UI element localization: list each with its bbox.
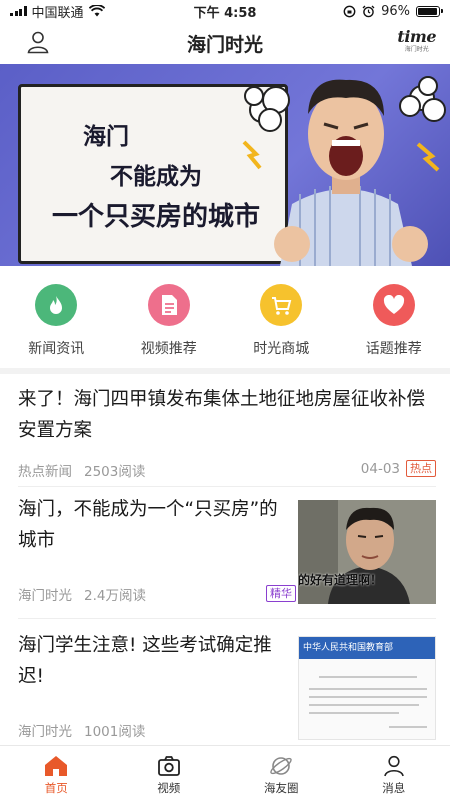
orientation-lock-icon [343,5,356,17]
cart-icon [260,284,303,326]
wifi-icon [88,5,105,17]
logo-text: time [397,27,436,46]
article-date: 04-03 [360,460,400,477]
article-meta: 海门时光 1001阅读 [18,720,145,740]
status-bar: 中国联通 下午 4:58 96% [0,0,450,22]
signal-icon [10,6,27,16]
section-divider [0,368,450,374]
quick-label-news: 新闻资讯 [28,341,85,357]
person-icon [383,755,404,777]
article-title: 来了！海门四甲镇发布集体土地征地房屋征收补偿安置方案 [18,389,426,441]
hot-badge: 热点 [406,460,436,477]
tab-home[interactable]: 首页 [0,746,113,800]
quick-item-shop[interactable]: 时光商城 [225,268,338,368]
quick-item-video[interactable]: 视频推荐 [113,268,226,368]
feed-separator [18,618,436,619]
hero-banner[interactable]: 海门 不能成为 一个只买房的城市 [0,64,450,266]
article-title: 海门，不能成为一个“只买房”的城市 [18,499,278,551]
flame-icon [35,284,78,326]
user-button[interactable] [26,30,50,58]
tab-community[interactable]: 海友圈 [225,746,338,800]
quick-item-news[interactable]: 新闻资讯 [0,268,113,368]
article-item[interactable]: 海门，不能成为一个“只买房”的城市 海门时光 2.4万阅读 精华 的好有道理啊！ [18,494,436,616]
battery-fill [418,7,438,15]
feed-separator [18,486,436,487]
article-meta: 海门时光 2.4万阅读 [18,584,146,604]
article-title: 海门学生注意! 这些考试确定推迟! [18,635,272,687]
document-lines [309,676,427,728]
quick-menu: 新闻资讯 视频推荐 时光商城 话题推荐 [0,268,450,368]
quick-item-topic[interactable]: 话题推荐 [338,268,450,368]
planet-icon [270,757,292,775]
page-title: 海门时光 [186,33,263,56]
article-thumbnail: 中华人民共和国教育部 [298,636,436,740]
tab-video[interactable]: 视频 [113,746,226,800]
bottom-tab-bar: 首页 视频 海友圈 消息 [0,745,450,800]
article-thumbnail: 的好有道理啊！ [298,500,436,604]
status-right: 96% [343,3,443,19]
quick-label-topic: 话题推荐 [365,341,422,357]
document-icon [147,284,190,326]
logo-subtext: 海门时光 [404,46,429,53]
man-portrait-image [298,500,436,604]
heart-icon [372,284,415,326]
tab-messages[interactable]: 消息 [338,746,450,800]
alarm-icon [362,5,375,17]
user-icon [27,31,49,54]
camera-icon [157,756,180,776]
article-reads: 2503阅读 [84,464,146,480]
article-right-meta: 04-03 热点 [361,460,436,477]
featured-badge: 精华 [266,585,296,602]
document-header: 中华人民共和国教育部 [299,637,435,659]
tab-label: 首页 [44,781,68,795]
article-item[interactable]: 来了！海门四甲镇发布集体土地征地房屋征收补偿安置方案 热点新闻 2503阅读 0… [18,384,436,489]
article-source: 海门时光 [18,724,72,740]
article-reads: 2.4万阅读 [84,588,146,604]
home-icon [45,756,68,776]
status-left: 中国联通 [10,2,105,21]
quick-label-shop: 时光商城 [253,341,310,357]
carrier-label: 中国联通 [31,5,84,21]
tab-label: 视频 [157,781,181,795]
article-source: 热点新闻 [18,464,72,480]
battery-icon [416,5,443,17]
article-item[interactable]: 海门学生注意! 这些考试确定推迟! 海门时光 1001阅读 中华人民共和国教育部 [18,630,436,752]
quick-label-video: 视频推荐 [140,341,197,357]
article-source: 海门时光 [18,588,72,604]
article-reads: 1001阅读 [84,724,146,740]
screaming-man-photo [242,76,446,266]
article-meta: 热点新闻 2503阅读 [18,460,145,480]
app-header: 海门时光 time 海门时光 [0,22,450,64]
thumbnail-caption: 的好有道理啊！ [298,573,383,587]
brand-logo[interactable]: time 海门时光 [397,28,436,54]
tab-label: 海友圈 [264,781,299,795]
battery-percent: 96% [381,3,410,19]
tab-label: 消息 [382,781,406,795]
